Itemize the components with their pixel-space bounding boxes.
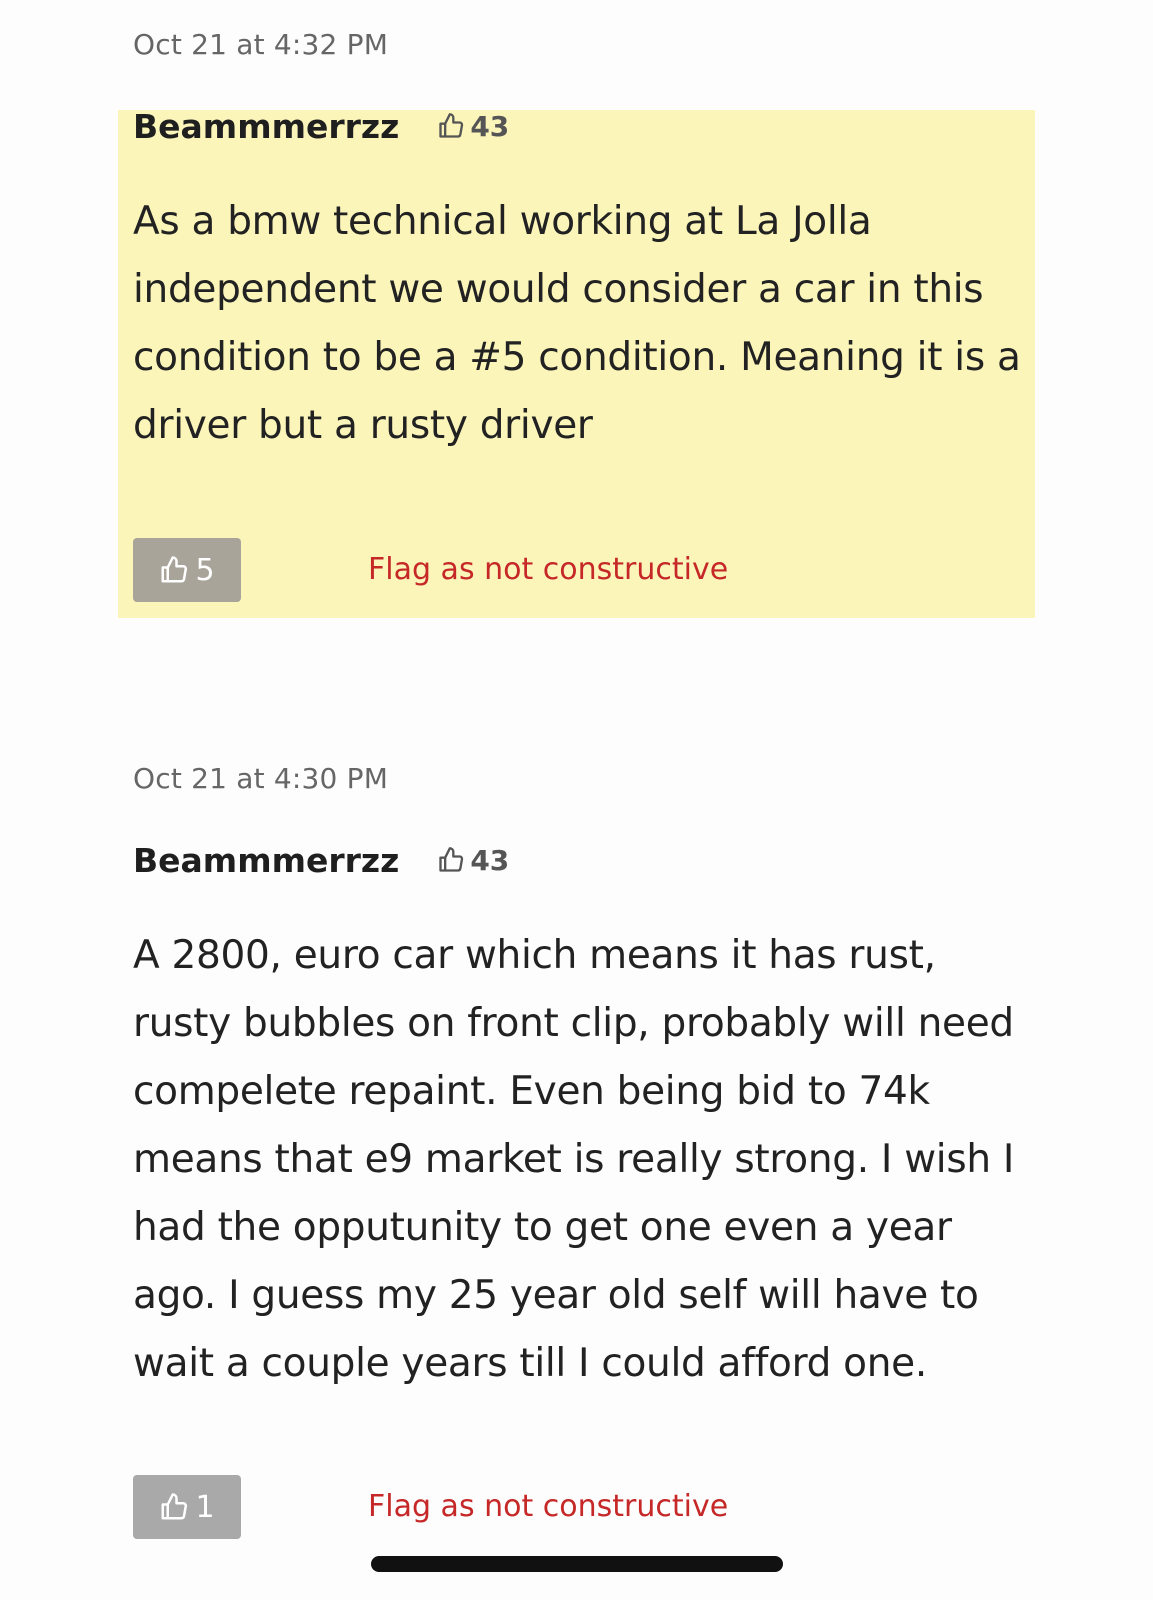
comment-body: A 2800, euro car which means it has rust… (133, 933, 1015, 1386)
like-count: 5 (195, 552, 215, 588)
comment-username[interactable]: Beammmerrzz (133, 841, 399, 880)
like-button[interactable]: 1 (133, 1475, 241, 1539)
like-button[interactable]: 5 (133, 538, 241, 602)
thumbs-up-icon (439, 113, 464, 138)
flag-not-constructive-link[interactable]: Flag as not constructive (368, 1489, 728, 1524)
reputation-count: 43 (470, 109, 510, 143)
comment-timestamp: Oct 21 at 4:30 PM (133, 762, 389, 795)
comment-timestamp: Oct 21 at 4:32 PM (133, 28, 389, 61)
reputation-count: 43 (470, 843, 510, 877)
user-reputation: 43 (437, 110, 509, 143)
comment-author-row: Beammmerrzz 43 (133, 840, 509, 880)
like-count: 1 (195, 1489, 215, 1525)
flag-not-constructive-link[interactable]: Flag as not constructive (368, 552, 728, 587)
thumbs-up-icon (439, 847, 464, 872)
comment-body: As a bmw technical working at La Jolla i… (133, 199, 1021, 448)
user-reputation: 43 (437, 844, 509, 877)
thumbs-up-icon (161, 1493, 188, 1520)
comment-username[interactable]: Beammmerrzz (133, 107, 399, 146)
comment-author-row: Beammmerrzz 43 (133, 106, 509, 146)
home-indicator (371, 1556, 783, 1572)
thumbs-up-icon (161, 556, 188, 583)
